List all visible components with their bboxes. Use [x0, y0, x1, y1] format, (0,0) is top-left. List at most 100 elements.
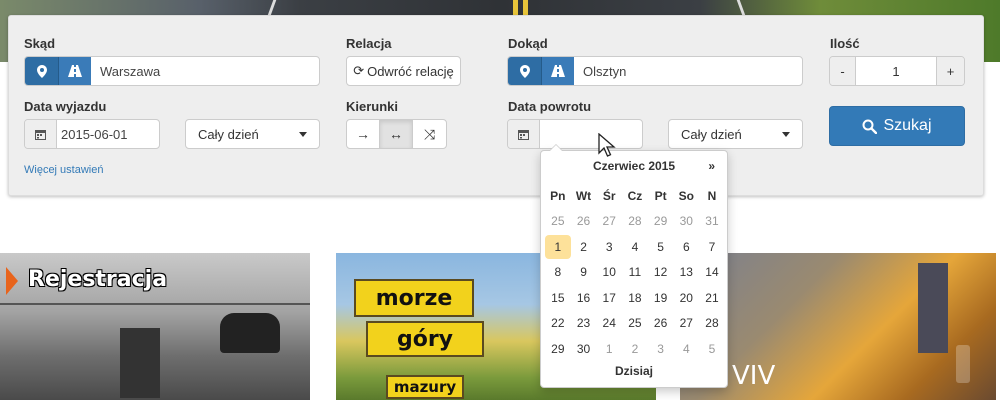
calendar-day[interactable]: 2: [622, 336, 648, 362]
calendar-day[interactable]: 5: [648, 234, 674, 260]
weekday-header: Cz: [627, 188, 643, 203]
calendar-day[interactable]: 20: [673, 285, 699, 311]
calendar-day[interactable]: 1: [596, 336, 622, 362]
calendar-day[interactable]: 21: [699, 285, 725, 311]
calendar-day[interactable]: 10: [596, 260, 622, 286]
calendar-day[interactable]: 13: [673, 260, 699, 286]
return-time-select[interactable]: Cały dzień: [668, 119, 803, 149]
departure-date-group: 2015-06-01: [24, 119, 160, 149]
datepicker-next-button[interactable]: »: [708, 159, 715, 173]
carousel-next-arrow[interactable]: [956, 345, 970, 383]
sign-lakes: mazury: [386, 375, 464, 399]
calendar-day[interactable]: 22: [545, 311, 571, 337]
calendar-day[interactable]: 19: [648, 285, 674, 311]
week-row: 8 9 10 11 12 13 14: [545, 260, 725, 286]
chevron-right-icon: [6, 267, 18, 295]
quantity-input[interactable]: 1: [856, 57, 936, 85]
calendar-day[interactable]: 6: [673, 234, 699, 260]
calendar-day[interactable]: 30: [571, 336, 597, 362]
map-marker-icon[interactable]: [25, 57, 58, 85]
calendar-day[interactable]: 4: [673, 336, 699, 362]
calendar-day[interactable]: 28: [622, 209, 648, 235]
road-icon[interactable]: [541, 57, 574, 85]
direction-one-way-button[interactable]: →: [347, 120, 380, 148]
search-label: Szukaj: [883, 117, 932, 134]
datepicker-month[interactable]: Czerwiec 2015: [541, 159, 727, 173]
week-row: 29 30 1 2 3 4 5: [545, 336, 725, 362]
quantity-plus-button[interactable]: +: [936, 57, 964, 85]
road-icon[interactable]: [58, 57, 91, 85]
calendar-day[interactable]: 25: [622, 311, 648, 337]
calendar-day[interactable]: 26: [648, 311, 674, 337]
calendar-icon[interactable]: [25, 120, 57, 148]
calendar-day[interactable]: 2: [571, 234, 597, 260]
calendar-day[interactable]: 3: [596, 234, 622, 260]
reverse-relation-button[interactable]: ⟳ Odwróć relację: [346, 56, 461, 86]
weekday-header: Pt: [654, 188, 667, 203]
tower-silhouette: [918, 263, 948, 353]
trash-bin: [120, 328, 160, 398]
direction-random-button[interactable]: ⤨: [413, 120, 446, 148]
from-input-group: Warszawa: [24, 56, 320, 86]
caret-down-icon: [299, 131, 307, 137]
quantity-stepper: - 1 +: [829, 56, 965, 86]
search-button[interactable]: Szukaj: [829, 106, 965, 146]
calendar-day[interactable]: 15: [545, 285, 571, 311]
direction-toggle: → ↔ ⤨: [346, 119, 447, 149]
calendar-day[interactable]: 1: [545, 235, 571, 259]
to-input[interactable]: Olsztyn: [574, 57, 802, 85]
calendar-day[interactable]: 9: [571, 260, 597, 286]
weekday-header: Pn: [550, 188, 566, 203]
departure-time-value: Cały dzień: [198, 126, 259, 142]
calendar-day[interactable]: 8: [545, 260, 571, 286]
calendar-day[interactable]: 30: [673, 209, 699, 235]
weekday-header: N: [707, 188, 717, 203]
weekday-header: Wt: [575, 188, 592, 203]
more-settings-link[interactable]: Więcej ustawień: [24, 164, 103, 176]
calendar-day[interactable]: 27: [673, 311, 699, 337]
calendar-day[interactable]: 25: [545, 209, 571, 235]
week-row: 1234567: [545, 234, 725, 260]
from-label: Skąd: [24, 36, 56, 51]
registration-tile[interactable]: Rejestracja: [0, 253, 310, 400]
calendar-day[interactable]: 29: [648, 209, 674, 235]
calendar-day[interactable]: 4: [622, 234, 648, 260]
mouse-cursor-icon: [598, 133, 616, 157]
calendar-day[interactable]: 7: [699, 234, 725, 260]
direction-label: Kierunki: [346, 99, 399, 114]
calendar-day[interactable]: 16: [571, 285, 597, 311]
return-time-value: Cały dzień: [681, 126, 742, 142]
sign-mountains: góry: [366, 321, 484, 357]
datepicker: Czerwiec 2015 » Pn Wt Śr Cz Pt So N 25 26 27 28 29 3…: [540, 144, 728, 388]
sign-sea: morze: [354, 279, 474, 317]
calendar-day[interactable]: 26: [571, 209, 597, 235]
datepicker-today-button[interactable]: Dzisiaj: [541, 364, 727, 378]
departure-date-input[interactable]: 2015-06-01: [57, 120, 159, 148]
direction-round-trip-button[interactable]: ↔: [380, 120, 413, 148]
calendar-day[interactable]: 28: [699, 311, 725, 337]
calendar-day[interactable]: 24: [596, 311, 622, 337]
map-marker-icon[interactable]: [508, 57, 541, 85]
lviv-logo-text: VIV: [732, 361, 776, 391]
calendar-day[interactable]: 11: [622, 260, 648, 286]
calendar-day[interactable]: 27: [596, 209, 622, 235]
registration-tile-title: Rejestracja: [28, 267, 168, 292]
departure-date-label: Data wyjazdu: [24, 99, 107, 114]
calendar-day[interactable]: 12: [648, 260, 674, 286]
calendar-day[interactable]: 31: [699, 209, 725, 235]
quantity-minus-button[interactable]: -: [830, 57, 856, 85]
calendar-icon[interactable]: [508, 120, 540, 148]
calendar-day[interactable]: 29: [545, 336, 571, 362]
calendar-day[interactable]: 14: [699, 260, 725, 286]
calendar-day[interactable]: 3: [648, 336, 674, 362]
calendar-day[interactable]: 18: [622, 285, 648, 311]
return-date-group: [507, 119, 643, 149]
from-input[interactable]: Warszawa: [91, 57, 319, 85]
calendar-day[interactable]: 17: [596, 285, 622, 311]
relation-label: Relacja: [346, 36, 392, 51]
caret-down-icon: [782, 131, 790, 137]
window-frame: [0, 303, 310, 305]
calendar-day[interactable]: 5: [699, 336, 725, 362]
departure-time-select[interactable]: Cały dzień: [185, 119, 320, 149]
calendar-day[interactable]: 23: [571, 311, 597, 337]
